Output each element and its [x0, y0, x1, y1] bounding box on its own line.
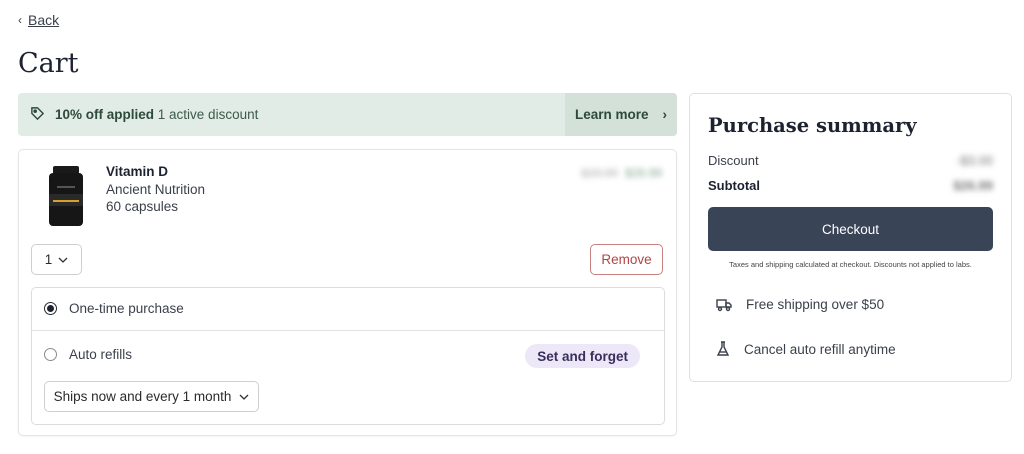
page-title: Cart [18, 48, 79, 79]
checkout-note: Taxes and shipping calculated at checkou… [729, 260, 972, 269]
chevron-down-icon [58, 257, 68, 263]
back-label: Back [28, 12, 60, 28]
back-link[interactable]: ‹ Back [18, 12, 59, 28]
discount-label: 10% off applied [55, 107, 155, 122]
flask-icon [716, 341, 730, 356]
price: $29.99 $26.99 [581, 166, 662, 180]
checkout-button[interactable]: Checkout [708, 207, 993, 251]
chevron-down-icon [239, 394, 249, 400]
feature-label: Cancel auto refill anytime [744, 341, 896, 357]
learn-more-button[interactable]: Learn more › [565, 93, 677, 136]
summary-title: Purchase summary [708, 114, 917, 137]
chevron-right-icon: › [662, 107, 668, 122]
price-original: $29.99 [581, 166, 618, 180]
price-discounted: $26.99 [625, 166, 662, 180]
divider [32, 330, 664, 331]
discount-row: Discount -$3.00 [708, 153, 993, 168]
discount-banner: 10% off applied 1 active discount Learn … [18, 93, 677, 136]
tag-icon [30, 106, 45, 124]
product-size: 60 capsules [106, 199, 179, 214]
feature-free-shipping: Free shipping over $50 [716, 297, 884, 312]
cart-item-card: Vitamin D Ancient Nutrition 60 capsules … [18, 149, 677, 436]
discount-row-label: Discount [708, 153, 759, 168]
truck-icon [716, 298, 732, 311]
chevron-left-icon: ‹ [18, 13, 22, 27]
radio-auto-refill[interactable] [44, 348, 57, 361]
product-brand: Ancient Nutrition [106, 181, 206, 197]
product-image [49, 166, 83, 226]
purchase-summary: Purchase summary Discount -$3.00 Subtota… [689, 93, 1012, 382]
learn-more-label: Learn more [574, 107, 649, 122]
radio-one-time[interactable] [44, 302, 57, 315]
feature-label: Free shipping over $50 [746, 297, 885, 312]
discount-row-value: -$3.00 [956, 153, 993, 168]
option-auto-refill[interactable]: Auto refills [44, 347, 132, 362]
discount-sub: 1 active discount [157, 107, 259, 122]
subtotal-value: $26.99 [953, 178, 993, 193]
one-time-label: One-time purchase [69, 301, 184, 316]
quantity-select[interactable]: 1 [31, 244, 82, 275]
set-and-forget-badge: Set and forget [525, 344, 640, 368]
product-info: Vitamin D Ancient Nutrition 60 capsules [106, 163, 205, 216]
option-one-time[interactable]: One-time purchase [44, 301, 184, 316]
discount-info: 10% off applied 1 active discount [18, 93, 565, 136]
remove-button[interactable]: Remove [590, 244, 663, 275]
feature-cancel-refill: Cancel auto refill anytime [716, 341, 896, 357]
frequency-select[interactable]: Ships now and every 1 month [44, 381, 259, 412]
subtotal-row: Subtotal $26.99 [708, 178, 993, 193]
auto-refill-label: Auto refills [69, 347, 133, 362]
product-name: Vitamin D [106, 164, 169, 179]
purchase-options: One-time purchase Auto refills Set and f… [31, 287, 665, 425]
frequency-value: Ships now and every 1 month [53, 389, 232, 404]
quantity-value: 1 [44, 252, 53, 267]
subtotal-label: Subtotal [708, 178, 760, 193]
